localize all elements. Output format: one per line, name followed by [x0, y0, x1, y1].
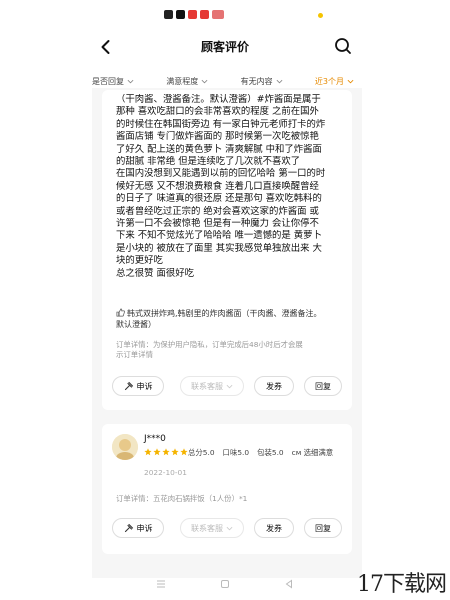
app-notification-icon: [212, 10, 224, 19]
home-icon[interactable]: [219, 578, 231, 590]
total-score: 总分5.0: [188, 448, 215, 457]
review-text-line: 的时候住在韩国街旁边 有一家白钟元老师打卡的炸: [116, 118, 326, 130]
order-detail: 订单详情：五花肉石锅拌饭（1人份）*1: [116, 494, 248, 503]
reviewer-info: J***0 总分5.0 口味5.0 包装5.0 см 选细满意 2022-10-…: [112, 434, 342, 477]
menu-icon[interactable]: [155, 578, 167, 590]
review-text-line: 那种 喜欢吃甜口的会非常喜欢的程度 之前在国外: [116, 106, 319, 118]
avatar-image-icon: [112, 434, 138, 460]
status-bar: [0, 0, 450, 30]
review-text-line: 候好无感 又不想浪费粮食 连着几口直接唤醒曾经: [116, 180, 319, 192]
star-icon: [180, 448, 188, 456]
contact-service-button[interactable]: 联系客服: [180, 518, 244, 538]
review-text-line: 了好久 配上送的黄色萝卜 清爽解腻 中和了炸酱面: [116, 143, 322, 155]
review-text-line: 酱面店铺 专门做炸酱面的 那时候第一次吃被惊艳: [116, 131, 319, 143]
reply-button[interactable]: 回复: [304, 518, 342, 538]
review-content: （干肉酱、澄酱备注。默认澄酱）#炸酱面是属于 那种 喜欢吃甜口的会非常喜欢的程度…: [116, 94, 342, 280]
app-notification-icon: [200, 10, 209, 19]
reviewer-name: J***0: [144, 434, 166, 444]
app-notification-icon: [188, 10, 197, 19]
review-card: J***0 总分5.0 口味5.0 包装5.0 см 选细满意 2022-10-…: [102, 424, 352, 554]
star-icon: [144, 448, 152, 456]
review-text-line: 的日子了 味道真的很还原 还是那句 喜欢吃韩料的: [116, 193, 322, 205]
chevron-down-icon: [226, 384, 233, 388]
search-icon[interactable]: [333, 36, 353, 56]
chevron-down-icon: [127, 79, 134, 83]
review-text-line: 在国内没想到又能遇到以前的回忆哈哈 第一口的时: [116, 168, 326, 180]
star-icon: [171, 448, 179, 456]
package-score: 包装5.0: [257, 448, 284, 457]
reply-button[interactable]: 回复: [304, 376, 342, 396]
coupon-button[interactable]: 发券: [254, 376, 294, 396]
reply-label: 回复: [315, 523, 331, 533]
filter-label: 有无内容: [240, 76, 273, 86]
score-breakdown: 总分5.0 口味5.0 包装5.0 см 选细满意: [188, 447, 333, 458]
gavel-icon: [124, 523, 133, 533]
star-rating: [144, 448, 188, 456]
back-triangle-icon[interactable]: [283, 578, 295, 590]
coupon-label: 发券: [266, 381, 282, 391]
review-text-line: 许第一口不会被惊艳 但是有一种魔力 会让你停不: [116, 218, 319, 230]
filter-label: 满意程度: [166, 76, 199, 86]
order-detail-text: 示订单详情: [116, 350, 153, 359]
chevron-down-icon: [347, 79, 354, 83]
review-text-line: （干肉酱、澄酱备注。默认澄酱）#炸酱面是属于: [116, 94, 321, 105]
thumbs-up-icon: [116, 308, 125, 317]
contact-service-button[interactable]: 联系客服: [180, 376, 244, 396]
review-card: （干肉酱、澄酱备注。默认澄酱）#炸酱面是属于 那种 喜欢吃甜口的会非常喜欢的程度…: [102, 90, 352, 410]
review-text-line: 或者曾经吃过正宗的 绝对会喜欢这家的炸酱面 或: [116, 205, 319, 217]
top-nav-bar: 顾客评价: [0, 32, 450, 62]
coupon-label: 发券: [266, 523, 282, 533]
gavel-icon: [124, 381, 133, 391]
review-text-line: 块的更好吃: [116, 255, 163, 267]
app-notification-icon: [176, 10, 185, 19]
review-text-line: 是小块的 被放在了面里 其实我感觉单独放出来 大: [116, 242, 322, 254]
filter-label: 近3个月: [314, 76, 344, 86]
chevron-down-icon: [201, 79, 208, 83]
reply-label: 回复: [315, 381, 331, 391]
complain-label: 申诉: [136, 381, 153, 391]
filter-label: 是否回复: [92, 76, 124, 86]
contact-service-label: 联系客服: [191, 381, 223, 391]
delivery-satisfaction: см 选细满意: [291, 448, 334, 457]
liked-dishes: 韩式双拼炸鸡,韩剧里的炸肉酱面（干肉酱、澄酱备注。 默认澄酱）: [116, 308, 342, 330]
liked-dishes-text: 韩式双拼炸鸡,韩剧里的炸肉酱面（干肉酱、澄酱备注。: [127, 309, 322, 318]
page-title: 顾客评价: [200, 40, 249, 54]
order-detail-text: 订单详情：为保护用户隐私，订单完成后48小时后才会展: [116, 340, 303, 349]
order-detail: 订单详情：为保护用户隐私，订单完成后48小时后才会展 示订单详情: [116, 340, 303, 360]
chevron-down-icon: [276, 79, 283, 83]
chevron-down-icon: [226, 526, 233, 530]
complain-button[interactable]: 申诉: [112, 518, 164, 538]
review-text-line: 下来 不知不觉炫光了哈哈哈 唯一遗憾的是 黄萝卜: [116, 230, 322, 242]
status-app-icons: [164, 10, 224, 19]
complain-label: 申诉: [136, 523, 153, 533]
star-icon: [153, 448, 161, 456]
contact-service-label: 联系客服: [191, 523, 223, 533]
liked-dishes-text: 默认澄酱）: [116, 320, 156, 329]
review-date: 2022-10-01: [144, 468, 187, 477]
avatar: [112, 434, 138, 460]
coupon-button[interactable]: 发券: [254, 518, 294, 538]
review-text-line: 总之很赞 面很好吃: [116, 267, 194, 279]
status-dot-icon: [318, 13, 323, 18]
review-actions: 申诉 联系客服 发券 回复: [112, 376, 342, 396]
star-icon: [162, 448, 170, 456]
review-text-line: 的甜腻 非常绝 但是连续吃了几次就不喜欢了: [116, 156, 301, 168]
complain-button[interactable]: 申诉: [112, 376, 164, 396]
review-actions: 申诉 联系客服 发券 回复: [112, 518, 342, 538]
taste-score: 口味5.0: [222, 448, 250, 457]
site-watermark: 17下载网: [357, 572, 447, 597]
app-notification-icon: [164, 10, 173, 19]
